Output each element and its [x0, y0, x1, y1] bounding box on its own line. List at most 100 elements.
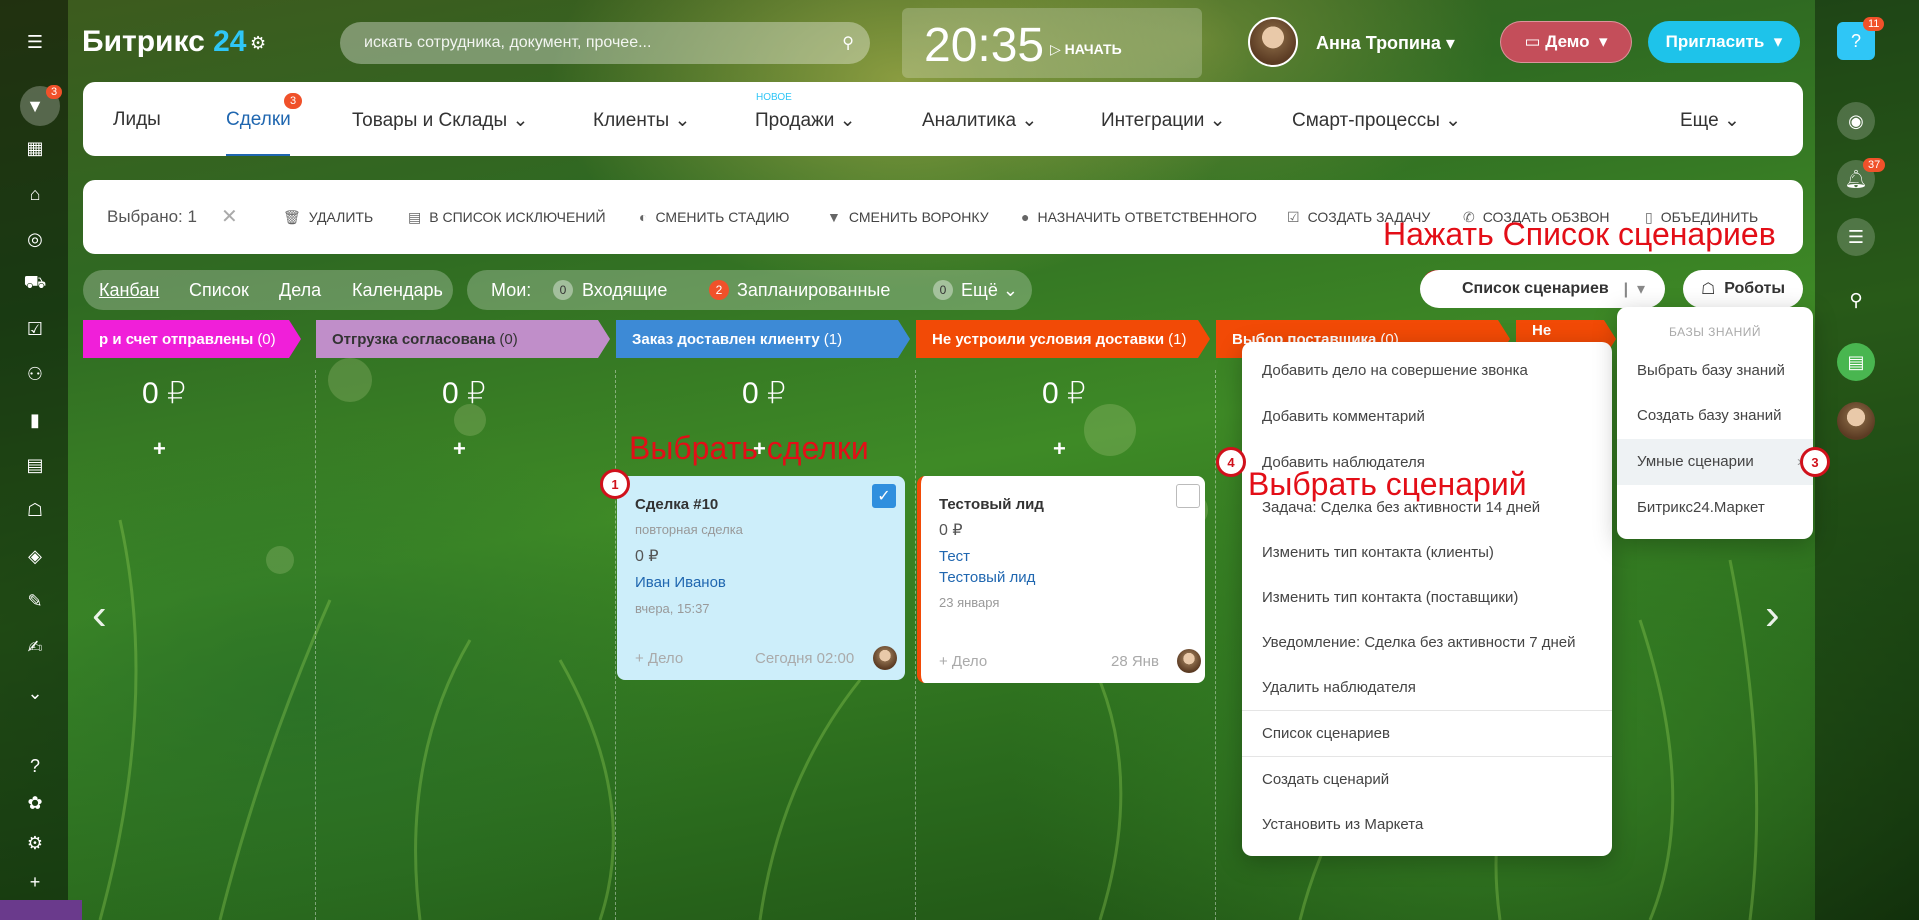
add-activity-link[interactable]: + Дело — [939, 653, 987, 670]
checkbox-icon: ☑ — [1287, 209, 1300, 225]
invite-button[interactable]: Пригласить ▾ — [1648, 21, 1800, 63]
column-header[interactable]: Заказ доставлен клиенту (1) — [616, 320, 910, 358]
deal-card[interactable]: Сделка #10 повторная сделка 0 ₽ Иван Ива… — [617, 476, 905, 680]
user-name[interactable]: Анна Тропина ▾ — [1316, 33, 1455, 54]
tab-smart-processes[interactable]: Смарт-процессы ⌄ — [1292, 109, 1461, 132]
help-icon[interactable]: ? — [24, 755, 46, 777]
assign-responsible-button[interactable]: ● НАЗНАЧИТЬ ОТВЕТСТВЕННОГО — [1021, 209, 1257, 225]
planned-filter[interactable]: Запланированные — [737, 280, 890, 301]
menu-item[interactable]: Выбрать базу знаний — [1637, 362, 1785, 379]
view-kanban[interactable]: Канбан — [99, 280, 159, 301]
add-card-button[interactable]: + — [453, 436, 466, 462]
left-sidebar: ☰ ▼ 3 ▦ ⌂ ◎ ⛟ ☑ ⚇ ▮ ▤ ☖ ◈ ✎ ✍ ⌄ ? ✿ ⚙ + — [0, 0, 82, 920]
menu-item[interactable]: Битрикс24.Маркет — [1637, 499, 1765, 516]
clear-selection-icon[interactable]: ✕ — [221, 204, 238, 229]
cube-icon[interactable]: ◈ — [24, 545, 46, 567]
card-avatar[interactable] — [1177, 649, 1201, 673]
chat-icon[interactable]: ◉ — [1837, 102, 1875, 140]
more-chevron-icon[interactable]: ⌄ — [24, 682, 46, 704]
openlines-icon[interactable]: ☰ — [1837, 218, 1875, 256]
app-icon[interactable]: ▤ — [1837, 343, 1875, 381]
menu-item[interactable]: Добавить комментарий — [1262, 408, 1425, 425]
menu-item[interactable]: Уведомление: Сделка без активности 7 дне… — [1262, 634, 1576, 651]
tasks-icon[interactable]: ☑ — [24, 318, 46, 340]
annotation-select-deals: Выбрать сделки — [629, 430, 869, 466]
column-header[interactable]: Не устроили условия доставки (1) — [916, 320, 1210, 358]
column-header[interactable]: Отгрузка согласована (0) — [316, 320, 610, 358]
add-icon[interactable]: + — [24, 871, 46, 893]
card-link[interactable]: Тест — [939, 548, 970, 565]
annotation-select-scenario: Выбрать сценарий — [1248, 466, 1527, 502]
funnel-icon[interactable]: ▼ — [24, 95, 46, 117]
menu-item[interactable]: Создать сценарий — [1262, 771, 1389, 788]
add-activity-link[interactable]: + Дело — [635, 650, 683, 667]
demo-button[interactable]: ▭ Демо ▾ — [1500, 21, 1632, 63]
tab-products[interactable]: Товары и Склады ⌄ — [352, 109, 528, 132]
tab-analytics[interactable]: Аналитика ⌄ — [922, 109, 1037, 132]
view-list[interactable]: Список — [189, 280, 249, 301]
view-calendar[interactable]: Календарь — [352, 280, 443, 301]
menu-item[interactable]: Создать базу знаний — [1637, 407, 1782, 424]
menu-item[interactable]: Изменить тип контакта (поставщики) — [1262, 589, 1518, 606]
mine-label: Мои: — [491, 280, 532, 300]
robots-button[interactable]: ☖ Роботы — [1683, 270, 1803, 308]
menu-item[interactable]: Добавить дело на совершение звонка — [1262, 362, 1528, 379]
card-avatar[interactable] — [873, 646, 897, 670]
change-stage-button[interactable]: ◐ СМЕНИТЬ СТАДИЮ — [639, 209, 789, 225]
card-contact[interactable]: Иван Иванов — [635, 574, 726, 591]
card-checkbox[interactable] — [1176, 484, 1200, 508]
brand-logo[interactable]: Битрикс 24 — [82, 25, 247, 59]
sync-icon[interactable]: ✿ — [24, 792, 46, 814]
tab-integrations[interactable]: Интеграции ⌄ — [1101, 109, 1226, 132]
user-avatar[interactable] — [1248, 17, 1298, 67]
analytics-icon[interactable]: ▮ — [24, 409, 46, 431]
card-link[interactable]: Тестовый лид — [939, 569, 1035, 586]
tab-sales[interactable]: Продажи ⌄ — [755, 109, 856, 132]
search-right-icon[interactable]: ⚲ — [1837, 281, 1875, 319]
cart-icon[interactable]: ⛟ — [24, 272, 47, 295]
signature-icon[interactable]: ✍ — [24, 636, 46, 658]
scroll-right-arrow[interactable]: › — [1765, 590, 1780, 640]
scroll-left-arrow[interactable]: ‹ — [92, 590, 107, 640]
tab-deals[interactable]: Сделки — [226, 109, 291, 131]
target-icon[interactable]: ◎ — [24, 228, 46, 250]
lead-card[interactable]: Тестовый лид 0 ₽ Тест Тестовый лид 23 ян… — [917, 476, 1205, 683]
tab-clients[interactable]: Клиенты ⌄ — [593, 109, 690, 132]
card-checkbox[interactable]: ✓ — [872, 484, 896, 508]
more-filter[interactable]: Ещё ⌄ — [961, 280, 1018, 301]
user-avatar-right[interactable] — [1837, 402, 1875, 440]
menu-item-smart-scenarios[interactable]: Умные сценарии› — [1637, 453, 1802, 470]
menu-item[interactable]: Удалить наблюдателя — [1262, 679, 1416, 696]
exclusions-button[interactable]: ▤ В СПИСОК ИСКЛЮЧЕНИЙ — [408, 209, 606, 226]
view-switcher: Канбан Список Дела Календарь — [83, 270, 453, 310]
card-subtitle: повторная сделка — [635, 522, 743, 537]
column-header[interactable]: р и счет отправлены (0) — [83, 320, 301, 358]
menu-icon[interactable]: ☰ — [24, 31, 46, 53]
scenario-list-button[interactable]: Список сценариев | ▾ — [1420, 270, 1665, 308]
contacts-icon[interactable]: ▤ — [24, 454, 46, 476]
column-divider — [315, 370, 316, 920]
menu-item[interactable]: Установить из Маркета — [1262, 816, 1423, 833]
building-icon[interactable]: ⌂ — [24, 183, 46, 205]
worktime-widget[interactable]: 20:35 ▷ НАЧАТЬ — [902, 8, 1202, 78]
view-activities[interactable]: Дела — [279, 280, 321, 301]
document-icon[interactable]: ✎ — [24, 590, 46, 612]
add-card-button[interactable]: + — [153, 436, 166, 462]
menu-item[interactable]: Изменить тип контакта (клиенты) — [1262, 544, 1494, 561]
tab-leads[interactable]: Лиды — [113, 109, 161, 131]
team-icon[interactable]: ⚇ — [24, 363, 46, 385]
calendar-icon[interactable]: ▦ — [24, 137, 46, 159]
card-title[interactable]: Сделка #10 — [635, 496, 718, 513]
add-card-button[interactable]: + — [1053, 436, 1066, 462]
menu-item[interactable]: Список сценариев — [1262, 725, 1390, 742]
incoming-filter[interactable]: Входящие — [582, 280, 667, 301]
delete-button[interactable]: 🗑︎ УДАЛИТЬ — [283, 209, 373, 226]
change-funnel-button[interactable]: ▼ СМЕНИТЬ ВОРОНКУ — [827, 209, 989, 225]
tab-more[interactable]: Еще ⌄ — [1680, 109, 1740, 132]
logo-settings-icon[interactable]: ⚙ — [250, 33, 266, 54]
start-button[interactable]: ▷ НАЧАТЬ — [1050, 41, 1122, 58]
settings-gear-icon[interactable]: ⚙ — [24, 832, 46, 854]
search-input[interactable]: искать сотрудника, документ, прочее... ⚲ — [340, 22, 870, 64]
robot-icon[interactable]: ☖ — [24, 499, 46, 521]
card-title[interactable]: Тестовый лид — [939, 496, 1044, 513]
